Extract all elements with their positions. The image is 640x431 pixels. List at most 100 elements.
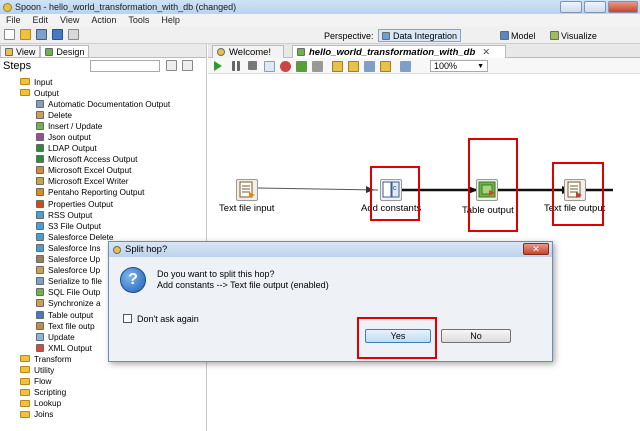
tree-step[interactable]: LDAP Output: [0, 143, 207, 154]
tree-item-label: Update: [48, 331, 75, 342]
menu-action[interactable]: Action: [91, 15, 116, 25]
tree-step[interactable]: Pentaho Reporting Output: [0, 187, 207, 198]
step-icon: [36, 121, 44, 130]
pause-icon[interactable]: [232, 61, 240, 71]
tree-item-label: Properties Output: [48, 198, 114, 209]
menu-edit[interactable]: Edit: [33, 15, 49, 25]
tree-item-label: Microsoft Excel Output: [48, 165, 132, 176]
step-icon: [36, 166, 44, 175]
step-icon: [36, 243, 44, 252]
tree-item-label: Insert / Update: [48, 120, 103, 131]
collapse-all-icon[interactable]: [182, 60, 193, 71]
tree-category[interactable]: Scripting: [0, 387, 207, 398]
tree-item-label: Lookup: [34, 398, 62, 409]
tree-step[interactable]: Properties Output: [0, 198, 207, 209]
explore-db-icon[interactable]: [364, 61, 375, 72]
tree-step[interactable]: Microsoft Excel Output: [0, 165, 207, 176]
tree-step[interactable]: Delete: [0, 109, 207, 120]
tree-step[interactable]: S3 File Output: [0, 220, 207, 231]
design-tab-icon: [45, 47, 54, 56]
dialog-question: Do you want to split this hop?: [157, 269, 275, 279]
stop-icon[interactable]: [248, 61, 257, 70]
tree-category[interactable]: Output: [0, 87, 207, 98]
tree-step[interactable]: Insert / Update: [0, 120, 207, 131]
folder-icon: [20, 410, 30, 418]
menu-tools[interactable]: Tools: [128, 15, 149, 25]
tree-item-label: RSS Output: [48, 209, 93, 220]
perspective-data-integration[interactable]: Data Integration: [378, 29, 462, 42]
replay-icon[interactable]: [296, 61, 307, 72]
debug-icon[interactable]: [280, 61, 291, 72]
tree-category[interactable]: Lookup: [0, 398, 207, 409]
step-icon: [36, 321, 44, 330]
tree-item-label: Joins: [34, 409, 54, 420]
tree-item-label: Serialize to file: [48, 276, 102, 287]
tree-category[interactable]: Joins: [0, 409, 207, 420]
tree-item-label: Salesforce Up: [48, 254, 101, 265]
close-window-button[interactable]: [608, 1, 638, 13]
folder-icon: [20, 355, 30, 363]
tree-category[interactable]: Utility: [0, 364, 207, 375]
verify-icon[interactable]: [312, 61, 323, 72]
tree-step[interactable]: Json output: [0, 131, 207, 142]
folder-icon: [20, 366, 30, 374]
step-icon: [36, 288, 44, 297]
expand-all-icon[interactable]: [166, 60, 177, 71]
step-icon: [36, 255, 44, 264]
node-text-file-input[interactable]: [236, 179, 258, 201]
tree-step[interactable]: RSS Output: [0, 209, 207, 220]
tree-item-label: Table output: [48, 309, 94, 320]
zoom-select[interactable]: 100% ▼: [430, 60, 488, 72]
step-icon: [36, 177, 44, 186]
impact-icon[interactable]: [332, 61, 343, 72]
menu-file[interactable]: File: [6, 15, 21, 25]
tree-category[interactable]: Input: [0, 76, 207, 87]
welcome-tab-icon: [217, 48, 225, 56]
tree-item-label: Salesforce Ins: [48, 242, 101, 253]
open-folder-icon[interactable]: [20, 29, 31, 40]
left-panel-tabs: View Design: [0, 44, 206, 58]
maximize-button[interactable]: [584, 1, 606, 13]
show-results-icon[interactable]: [380, 61, 391, 72]
tree-item-label: LDAP Output: [48, 143, 97, 154]
window-titlebar: Spoon - hello_world_transformation_with_…: [0, 0, 640, 14]
menu-help[interactable]: Help: [161, 15, 180, 25]
tree-item-label: SQL File Outp: [48, 287, 101, 298]
perspective-model[interactable]: Model: [500, 29, 536, 42]
tab-welcome[interactable]: Welcome!: [212, 45, 284, 58]
step-icon: [36, 99, 44, 108]
step-icon: [36, 188, 44, 197]
folder-icon: [20, 89, 30, 97]
explore-repository-icon[interactable]: [36, 29, 47, 40]
new-file-icon[interactable]: [4, 29, 15, 40]
run-icon[interactable]: [214, 61, 222, 71]
tab-transformation[interactable]: hello_world_transformation_with_db ✕: [292, 45, 506, 58]
step-icon: [36, 310, 44, 319]
save-as-icon[interactable]: [68, 29, 79, 40]
dialog-close-button[interactable]: ✕: [523, 243, 549, 255]
tree-step[interactable]: Microsoft Excel Writer: [0, 176, 207, 187]
menu-view[interactable]: View: [60, 15, 79, 25]
canvas-toolbar: 100% ▼: [208, 58, 640, 74]
split-hop-dialog: Split hop? ✕ ? Do you want to split this…: [108, 241, 553, 362]
window-title: Spoon - hello_world_transformation_with_…: [15, 2, 237, 12]
align-icon[interactable]: [400, 61, 411, 72]
tree-item-label: Transform: [34, 353, 72, 364]
minimize-button[interactable]: [560, 1, 582, 13]
tree-category[interactable]: Flow: [0, 376, 207, 387]
tab-design[interactable]: Design: [40, 45, 90, 57]
tree-item-label: Input: [34, 76, 53, 87]
steps-search-input[interactable]: [90, 60, 160, 72]
preview-icon[interactable]: [264, 61, 275, 72]
no-button[interactable]: No: [441, 329, 511, 343]
sql-icon[interactable]: [348, 61, 359, 72]
tab-view[interactable]: View: [0, 45, 41, 57]
perspective-visualize[interactable]: Visualize: [550, 29, 597, 42]
save-icon[interactable]: [52, 29, 63, 40]
close-tab-icon[interactable]: ✕: [482, 47, 490, 58]
tree-step[interactable]: Automatic Documentation Output: [0, 98, 207, 109]
tree-step[interactable]: Microsoft Access Output: [0, 154, 207, 165]
left-panel: View Design Steps Input Output Automatic D…: [0, 44, 207, 431]
tree-item-label: Salesforce Up: [48, 265, 101, 276]
dont-ask-again-checkbox[interactable]: [123, 314, 132, 323]
